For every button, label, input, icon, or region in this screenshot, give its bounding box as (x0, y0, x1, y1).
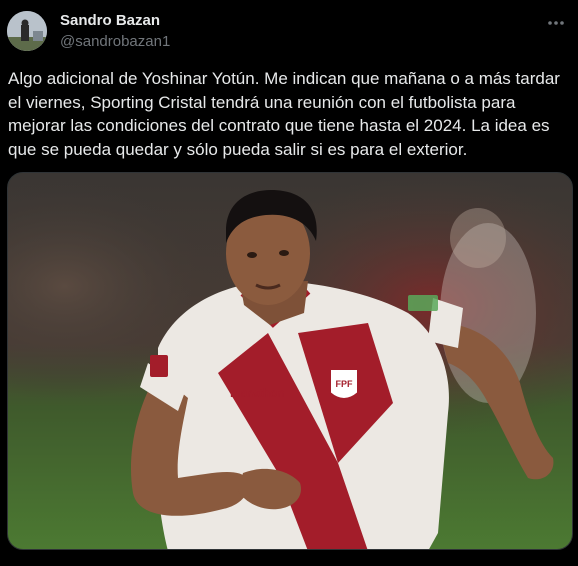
more-horizontal-icon (547, 13, 565, 31)
tweet-text-line: Algo adicional de Yoshinar Yotún. Me ind… (8, 69, 560, 88)
author-handle[interactable]: @sandrobazan1 (60, 33, 170, 50)
tweet-photo[interactable]: FPF marathon (7, 172, 573, 550)
author-name[interactable]: Sandro Bazan (60, 12, 160, 29)
more-options-button[interactable] (544, 12, 568, 32)
tweet-text-line: mejorar las condiciones del contrato que… (8, 116, 550, 135)
avatar-image (7, 11, 47, 51)
avatar[interactable] (7, 11, 47, 51)
tweet-text-line: que se pueda quedar y sólo pueda salir s… (8, 139, 468, 159)
crest-text: FPF (336, 379, 354, 389)
jersey-sponsor-text: marathon (230, 386, 285, 400)
tweet: Sandro Bazan @sandrobazan1 Algo adiciona… (0, 0, 578, 566)
tweet-text-line: el viernes, Sporting Cristal tendrá una … (8, 92, 516, 112)
player-photo: FPF marathon (8, 173, 572, 549)
tweet-text: Algo adicional de Yoshinar Yotún. Me ind… (8, 67, 568, 161)
